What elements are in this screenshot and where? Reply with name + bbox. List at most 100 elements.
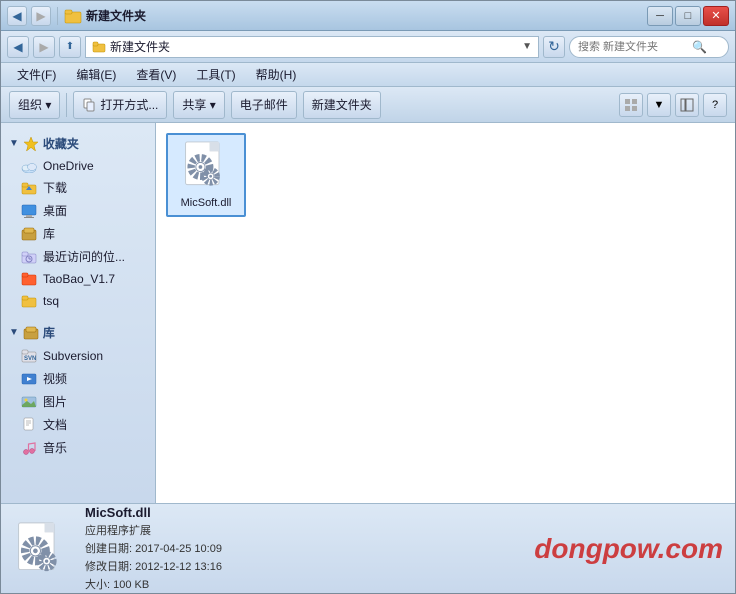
toolbar-right: ▼ ? (619, 93, 727, 117)
search-box[interactable]: 🔍 (569, 36, 729, 58)
nav-back-button[interactable]: ◀ (7, 36, 29, 58)
help-button[interactable]: ? (703, 93, 727, 117)
subversion-label: Subversion (43, 349, 103, 363)
title-bar-left: ◀ ▶ 新建文件夹 (7, 6, 647, 26)
documents-icon (21, 417, 37, 433)
sidebar-item-onedrive[interactable]: OneDrive (1, 156, 155, 176)
sidebar-item-subversion[interactable]: SVN Subversion (1, 345, 155, 367)
recent-icon (21, 249, 37, 265)
toolbar: 组织 ▾ 打开方式... 共享 ▾ 电子邮件 新建文件夹 (1, 87, 735, 123)
taobao-icon (21, 271, 37, 287)
open-with-label: 打开方式... (100, 96, 158, 113)
menu-bar: 文件(F) 编辑(E) 查看(V) 工具(T) 帮助(H) (1, 63, 735, 87)
recent-label: 最近访问的位... (43, 248, 125, 265)
pane-icon (680, 98, 694, 112)
video-label: 视频 (43, 370, 67, 387)
email-label: 电子邮件 (240, 96, 288, 113)
address-folder-icon (92, 40, 106, 54)
open-with-button[interactable]: 打开方式... (73, 91, 167, 119)
address-dropdown-icon[interactable]: ▼ (522, 41, 532, 52)
library-icon (21, 226, 37, 242)
library-section-label: 库 (43, 324, 55, 341)
title-bar: ◀ ▶ 新建文件夹 ─ □ ✕ (1, 1, 735, 31)
download-folder-icon (21, 180, 37, 196)
pictures-icon (21, 394, 37, 410)
back-button[interactable]: ◀ (7, 6, 27, 26)
address-input[interactable]: 新建文件夹 ▼ (85, 36, 539, 58)
forward-button[interactable]: ▶ (31, 6, 51, 26)
sidebar-item-library[interactable]: 库 (1, 222, 155, 245)
minimize-button[interactable]: ─ (647, 6, 673, 26)
library-header[interactable]: ▼ 库 (1, 320, 155, 345)
subversion-icon: SVN (21, 348, 37, 364)
sidebar-item-music[interactable]: 音乐 (1, 436, 155, 459)
address-text: 新建文件夹 (110, 38, 170, 55)
sidebar-item-tsq[interactable]: tsq (1, 290, 155, 312)
music-icon (21, 440, 37, 456)
tsq-folder-icon (21, 293, 37, 309)
onedrive-label: OneDrive (43, 159, 94, 173)
close-button[interactable]: ✕ (703, 6, 729, 26)
nav-forward-button[interactable]: ▶ (33, 36, 55, 58)
folder-icon (64, 7, 82, 25)
library-section-icon (23, 325, 39, 341)
download-label: 下载 (43, 179, 67, 196)
status-bar: MicSoft.dll 应用程序扩展 创建日期: 2017-04-25 10:0… (1, 503, 735, 593)
pane-toggle-button[interactable] (675, 93, 699, 117)
tsq-label: tsq (43, 294, 59, 308)
status-created: 创建日期: 2017-04-25 10:09 (85, 540, 222, 556)
sidebar-item-recent[interactable]: 最近访问的位... (1, 245, 155, 268)
watermark: dongpow.com (534, 533, 723, 565)
email-button[interactable]: 电子邮件 (231, 91, 297, 119)
new-folder-button[interactable]: 新建文件夹 (303, 91, 381, 119)
menu-tools[interactable]: 工具(T) (188, 64, 243, 85)
view-dropdown-button[interactable]: ▼ (647, 93, 671, 117)
status-filename: MicSoft.dll (85, 505, 222, 520)
sidebar-item-video[interactable]: 视频 (1, 367, 155, 390)
search-icon: 🔍 (692, 40, 707, 54)
nav-up-button[interactable]: ⬆ (59, 36, 81, 58)
desktop-icon (21, 203, 37, 219)
favorites-star-icon (23, 136, 39, 152)
desktop-label: 桌面 (43, 202, 67, 219)
file-micsoft-dll[interactable]: MicSoft.dll (166, 133, 246, 217)
menu-edit[interactable]: 编辑(E) (68, 64, 124, 85)
file-area[interactable]: MicSoft.dll (156, 123, 735, 503)
menu-view[interactable]: 查看(V) (128, 64, 184, 85)
toolbar-divider-1 (66, 93, 67, 117)
sidebar-separator (1, 312, 155, 320)
address-bar: ◀ ▶ ⬆ 新建文件夹 ▼ ↻ 🔍 (1, 31, 735, 63)
organize-button[interactable]: 组织 ▾ (9, 91, 60, 119)
status-modified: 修改日期: 2012-12-12 13:16 (85, 558, 222, 574)
library-arrow: ▼ (9, 327, 19, 338)
sidebar: ▼ 收藏夹 OneDrive (1, 123, 156, 503)
window-title: 新建文件夹 (86, 7, 146, 24)
video-icon (21, 371, 37, 387)
library-label: 库 (43, 225, 55, 242)
main-content: ▼ 收藏夹 OneDrive (1, 123, 735, 503)
menu-help[interactable]: 帮助(H) (248, 64, 305, 85)
favorites-label: 收藏夹 (43, 135, 79, 152)
share-label: 共享 ▾ (182, 96, 215, 113)
sidebar-item-download[interactable]: 下载 (1, 176, 155, 199)
documents-label: 文档 (43, 416, 67, 433)
open-with-icon (82, 98, 96, 112)
refresh-button[interactable]: ↻ (543, 36, 565, 58)
sidebar-item-desktop[interactable]: 桌面 (1, 199, 155, 222)
taobao-label: TaoBao_V1.7 (43, 272, 115, 286)
menu-file[interactable]: 文件(F) (9, 64, 64, 85)
sidebar-item-pictures[interactable]: 图片 (1, 390, 155, 413)
sidebar-item-taobao[interactable]: TaoBao_V1.7 (1, 268, 155, 290)
status-size: 大小: 100 KB (85, 576, 222, 592)
favorites-header[interactable]: ▼ 收藏夹 (1, 131, 155, 156)
sidebar-item-documents[interactable]: 文档 (1, 413, 155, 436)
onedrive-icon (21, 159, 37, 173)
pictures-label: 图片 (43, 393, 67, 410)
maximize-button[interactable]: □ (675, 6, 701, 26)
view-toggle-button[interactable] (619, 93, 643, 117)
favorites-arrow: ▼ (9, 138, 19, 149)
search-input[interactable] (578, 41, 688, 53)
share-button[interactable]: 共享 ▾ (173, 91, 224, 119)
window-controls: ─ □ ✕ (647, 6, 729, 26)
main-window: ◀ ▶ 新建文件夹 ─ □ ✕ ◀ ▶ ⬆ 新建文件夹 ▼ (0, 0, 736, 594)
